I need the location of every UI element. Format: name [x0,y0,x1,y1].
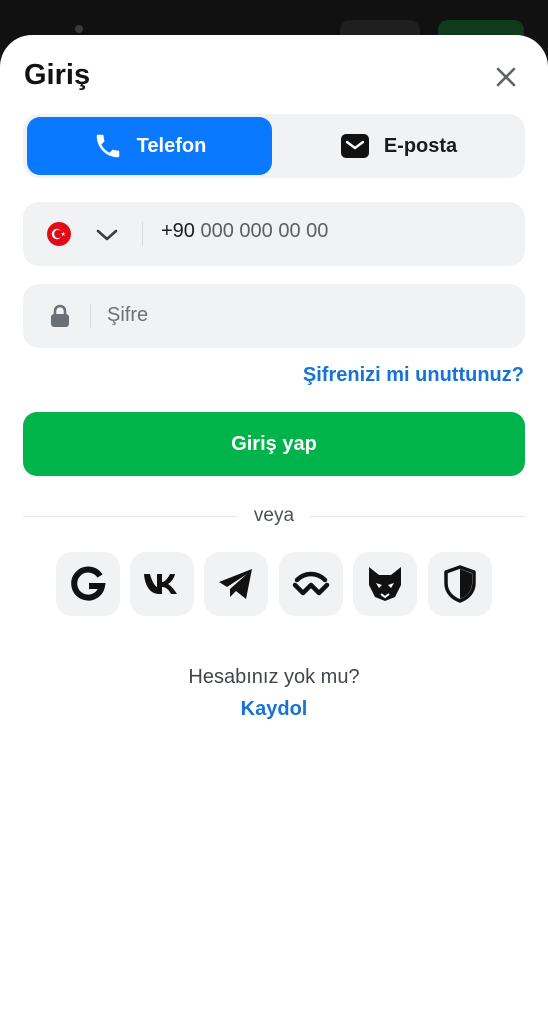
phone-input[interactable]: +90 000 000 00 00 [161,220,328,243]
password-input[interactable]: Şifre [107,304,148,327]
login-button[interactable]: Giriş yap [23,412,525,476]
chevron-down-icon[interactable] [95,223,119,247]
close-icon [496,67,516,87]
or-divider: veya [23,503,525,531]
fox-wallet-login-button[interactable] [353,552,417,616]
shield-icon [444,565,476,603]
google-login-button[interactable] [56,552,120,616]
mail-icon [340,134,369,158]
login-sheet: Giriş Telefon E-posta +90 000 000 00 00 … [0,35,548,1024]
tab-phone-label: Telefon [136,134,207,157]
fox-wallet-icon [369,567,401,601]
turkey-flag-icon [47,222,71,246]
signup-link[interactable]: Kaydol [0,698,548,721]
google-icon [71,566,106,601]
phone-icon [96,134,119,158]
login-method-tabs: Telefon E-posta [23,114,525,178]
shield-login-button[interactable] [428,552,492,616]
no-account-text: Hesabınız yok mu? [188,666,360,688]
forgot-password-link[interactable]: Şifrenizi mi unuttunuz? [303,364,524,387]
field-divider [142,222,143,246]
vk-login-button[interactable] [130,552,194,616]
telegram-icon [219,569,252,599]
tab-email-label: E-posta [383,134,458,157]
telegram-login-button[interactable] [204,552,268,616]
walletconnect-icon [292,571,330,596]
divider-line [309,516,525,517]
status-dot [75,25,83,33]
page-title: Giriş [24,59,91,91]
password-field[interactable]: Şifre [23,284,525,348]
vk-icon [144,574,177,594]
country-code: +90 [161,220,195,242]
tab-phone[interactable]: Telefon [27,117,272,175]
lock-icon [51,304,69,327]
field-divider [90,304,91,328]
tab-email[interactable]: E-posta [276,117,521,175]
walletconnect-login-button[interactable] [279,552,343,616]
phone-placeholder: 000 000 00 00 [200,220,329,242]
phone-field[interactable]: +90 000 000 00 00 [23,202,525,266]
close-button[interactable] [490,61,522,93]
